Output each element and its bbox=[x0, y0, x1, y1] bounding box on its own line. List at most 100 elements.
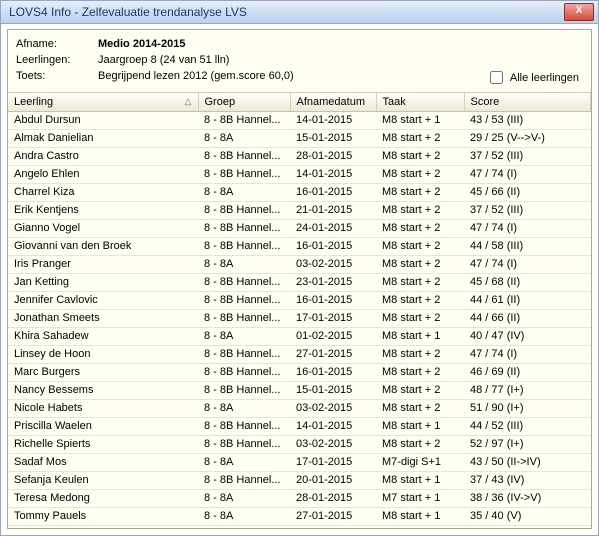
table-wrap: Leerling △ Groep Afnamedatum Taak Score … bbox=[8, 92, 591, 528]
cell-leerling: Priscilla Waelen bbox=[8, 418, 198, 436]
cell-afnamedatum: 27-01-2015 bbox=[290, 346, 376, 364]
cell-taak: M8 start + 1 bbox=[376, 472, 464, 490]
afname-value: Medio 2014-2015 bbox=[98, 36, 583, 52]
cell-taak: M7 start + 1 bbox=[376, 490, 464, 508]
cell-leerling: Marc Burgers bbox=[8, 364, 198, 382]
close-button[interactable]: X bbox=[564, 3, 594, 21]
close-icon: X bbox=[576, 5, 583, 16]
cell-groep: 8 - 8A bbox=[198, 328, 290, 346]
table-row[interactable]: Jan Ketting8 - 8B Hannel...23-01-2015M8 … bbox=[8, 274, 591, 292]
cell-score: 44 / 61 (II) bbox=[464, 292, 591, 310]
cell-leerling: Jennifer Cavlovic bbox=[8, 292, 198, 310]
cell-score: 52 / 97 (I+) bbox=[464, 436, 591, 454]
cell-afnamedatum: 28-01-2015 bbox=[290, 148, 376, 166]
alle-leerlingen-checkbox[interactable] bbox=[490, 71, 503, 84]
cell-afnamedatum: 21-01-2015 bbox=[290, 202, 376, 220]
meta-row-toets: Toets: Begrijpend lezen 2012 (gem.score … bbox=[16, 68, 583, 84]
table-row[interactable]: Abdul Dursun8 - 8B Hannel...14-01-2015M8… bbox=[8, 112, 591, 130]
cell-score: 43 / 53 (III) bbox=[464, 112, 591, 130]
meta-section: Afname: Medio 2014-2015 Leerlingen: Jaar… bbox=[8, 30, 591, 92]
col-header-groep[interactable]: Groep bbox=[198, 93, 290, 112]
table-row[interactable]: Linsey de Hoon8 - 8B Hannel...27-01-2015… bbox=[8, 346, 591, 364]
data-table: Leerling △ Groep Afnamedatum Taak Score … bbox=[8, 93, 591, 528]
table-row[interactable]: Angelo Ehlen8 - 8B Hannel...14-01-2015M8… bbox=[8, 166, 591, 184]
cell-taak: M8 start + 2 bbox=[376, 400, 464, 418]
meta-row-afname: Afname: Medio 2014-2015 bbox=[16, 36, 583, 52]
table-row[interactable]: Sefanja Keulen8 - 8B Hannel...20-01-2015… bbox=[8, 472, 591, 490]
app-window: LOVS4 Info - Zelfevaluatie trendanalyse … bbox=[0, 0, 599, 536]
cell-afnamedatum: 16-01-2015 bbox=[290, 238, 376, 256]
cell-leerling: Sadaf Mos bbox=[8, 454, 198, 472]
cell-taak: M8 start + 2 bbox=[376, 382, 464, 400]
alle-leerlingen-control[interactable]: Alle leerlingen bbox=[486, 68, 579, 87]
cell-leerling: Angelo Ehlen bbox=[8, 166, 198, 184]
col-header-taak[interactable]: Taak bbox=[376, 93, 464, 112]
table-row[interactable]: Iris Pranger8 - 8A03-02-2015M8 start + 2… bbox=[8, 256, 591, 274]
cell-score: 37 / 52 (III) bbox=[464, 148, 591, 166]
table-row[interactable]: Nicole Habets8 - 8A03-02-2015M8 start + … bbox=[8, 400, 591, 418]
table-row[interactable]: Erik Kentjens8 - 8B Hannel...21-01-2015M… bbox=[8, 202, 591, 220]
col-header-afnamedatum[interactable]: Afnamedatum bbox=[290, 93, 376, 112]
table-row[interactable]: Jennifer Cavlovic8 - 8B Hannel...16-01-2… bbox=[8, 292, 591, 310]
table-row[interactable]: Richelle Spierts8 - 8B Hannel...03-02-20… bbox=[8, 436, 591, 454]
cell-leerling: Gianno Vogel bbox=[8, 220, 198, 238]
cell-groep: 8 - 8B Hannel... bbox=[198, 274, 290, 292]
table-row[interactable]: Almak Danielian8 - 8A15-01-2015M8 start … bbox=[8, 130, 591, 148]
cell-afnamedatum: 28-01-2015 bbox=[290, 490, 376, 508]
cell-taak: M8 start + 1 bbox=[376, 328, 464, 346]
leerlingen-label: Leerlingen: bbox=[16, 52, 98, 68]
cell-leerling: Jonathan Smeets bbox=[8, 310, 198, 328]
cell-leerling: Abdul Dursun bbox=[8, 112, 198, 130]
cell-afnamedatum: 24-01-2015 bbox=[290, 220, 376, 238]
cell-groep: 8 - 8A bbox=[198, 526, 290, 529]
cell-groep: 8 - 8A bbox=[198, 130, 290, 148]
table-row[interactable]: Zakia Mourid8 - 8A28-01-2015M8 start + 1… bbox=[8, 526, 591, 529]
cell-afnamedatum: 15-01-2015 bbox=[290, 382, 376, 400]
col-header-score[interactable]: Score bbox=[464, 93, 591, 112]
cell-leerling: Charrel Kiza bbox=[8, 184, 198, 202]
cell-score: 47 / 74 (I) bbox=[464, 166, 591, 184]
cell-score: 45 / 66 (II) bbox=[464, 184, 591, 202]
cell-groep: 8 - 8B Hannel... bbox=[198, 166, 290, 184]
cell-groep: 8 - 8B Hannel... bbox=[198, 310, 290, 328]
table-row[interactable]: Priscilla Waelen8 - 8B Hannel...14-01-20… bbox=[8, 418, 591, 436]
table-row[interactable]: Tommy Pauels8 - 8A27-01-2015M8 start + 1… bbox=[8, 508, 591, 526]
cell-leerling: Tommy Pauels bbox=[8, 508, 198, 526]
cell-score: 29 / 25 (V-->V-) bbox=[464, 130, 591, 148]
table-body: Abdul Dursun8 - 8B Hannel...14-01-2015M8… bbox=[8, 112, 591, 529]
table-row[interactable]: Teresa Medong8 - 8A28-01-2015M7 start + … bbox=[8, 490, 591, 508]
window-title: LOVS4 Info - Zelfevaluatie trendanalyse … bbox=[9, 5, 564, 19]
table-row[interactable]: Gianno Vogel8 - 8B Hannel...24-01-2015M8… bbox=[8, 220, 591, 238]
cell-afnamedatum: 03-02-2015 bbox=[290, 256, 376, 274]
cell-afnamedatum: 27-01-2015 bbox=[290, 508, 376, 526]
cell-leerling: Giovanni van den Broek bbox=[8, 238, 198, 256]
cell-taak: M8 start + 2 bbox=[376, 238, 464, 256]
cell-score: 44 / 66 (II) bbox=[464, 310, 591, 328]
toets-label: Toets: bbox=[16, 68, 98, 84]
cell-afnamedatum: 23-01-2015 bbox=[290, 274, 376, 292]
cell-score: 47 / 74 (I) bbox=[464, 256, 591, 274]
table-row[interactable]: Khira Sahadew8 - 8A01-02-2015M8 start + … bbox=[8, 328, 591, 346]
col-header-leerling[interactable]: Leerling △ bbox=[8, 93, 198, 112]
table-row[interactable]: Giovanni van den Broek8 - 8B Hannel...16… bbox=[8, 238, 591, 256]
cell-groep: 8 - 8B Hannel... bbox=[198, 418, 290, 436]
cell-score: 44 / 52 (III) bbox=[464, 418, 591, 436]
cell-afnamedatum: 16-01-2015 bbox=[290, 184, 376, 202]
table-row[interactable]: Andra Castro8 - 8B Hannel...28-01-2015M8… bbox=[8, 148, 591, 166]
table-header-row: Leerling △ Groep Afnamedatum Taak Score bbox=[8, 93, 591, 112]
cell-taak: M8 start + 2 bbox=[376, 130, 464, 148]
cell-afnamedatum: 28-01-2015 bbox=[290, 526, 376, 529]
cell-groep: 8 - 8B Hannel... bbox=[198, 292, 290, 310]
panel: Afname: Medio 2014-2015 Leerlingen: Jaar… bbox=[7, 29, 592, 529]
cell-leerling: Nicole Habets bbox=[8, 400, 198, 418]
cell-score: 40 / 47 (IV) bbox=[464, 328, 591, 346]
table-row[interactable]: Sadaf Mos8 - 8A17-01-2015M7-digi S+143 /… bbox=[8, 454, 591, 472]
cell-groep: 8 - 8A bbox=[198, 508, 290, 526]
cell-afnamedatum: 16-01-2015 bbox=[290, 292, 376, 310]
table-row[interactable]: Jonathan Smeets8 - 8B Hannel...17-01-201… bbox=[8, 310, 591, 328]
table-row[interactable]: Marc Burgers8 - 8B Hannel...16-01-2015M8… bbox=[8, 364, 591, 382]
table-row[interactable]: Charrel Kiza8 - 8A16-01-2015M8 start + 2… bbox=[8, 184, 591, 202]
cell-leerling: Zakia Mourid bbox=[8, 526, 198, 529]
table-row[interactable]: Nancy Bessems8 - 8B Hannel...15-01-2015M… bbox=[8, 382, 591, 400]
cell-taak: M8 start + 2 bbox=[376, 166, 464, 184]
